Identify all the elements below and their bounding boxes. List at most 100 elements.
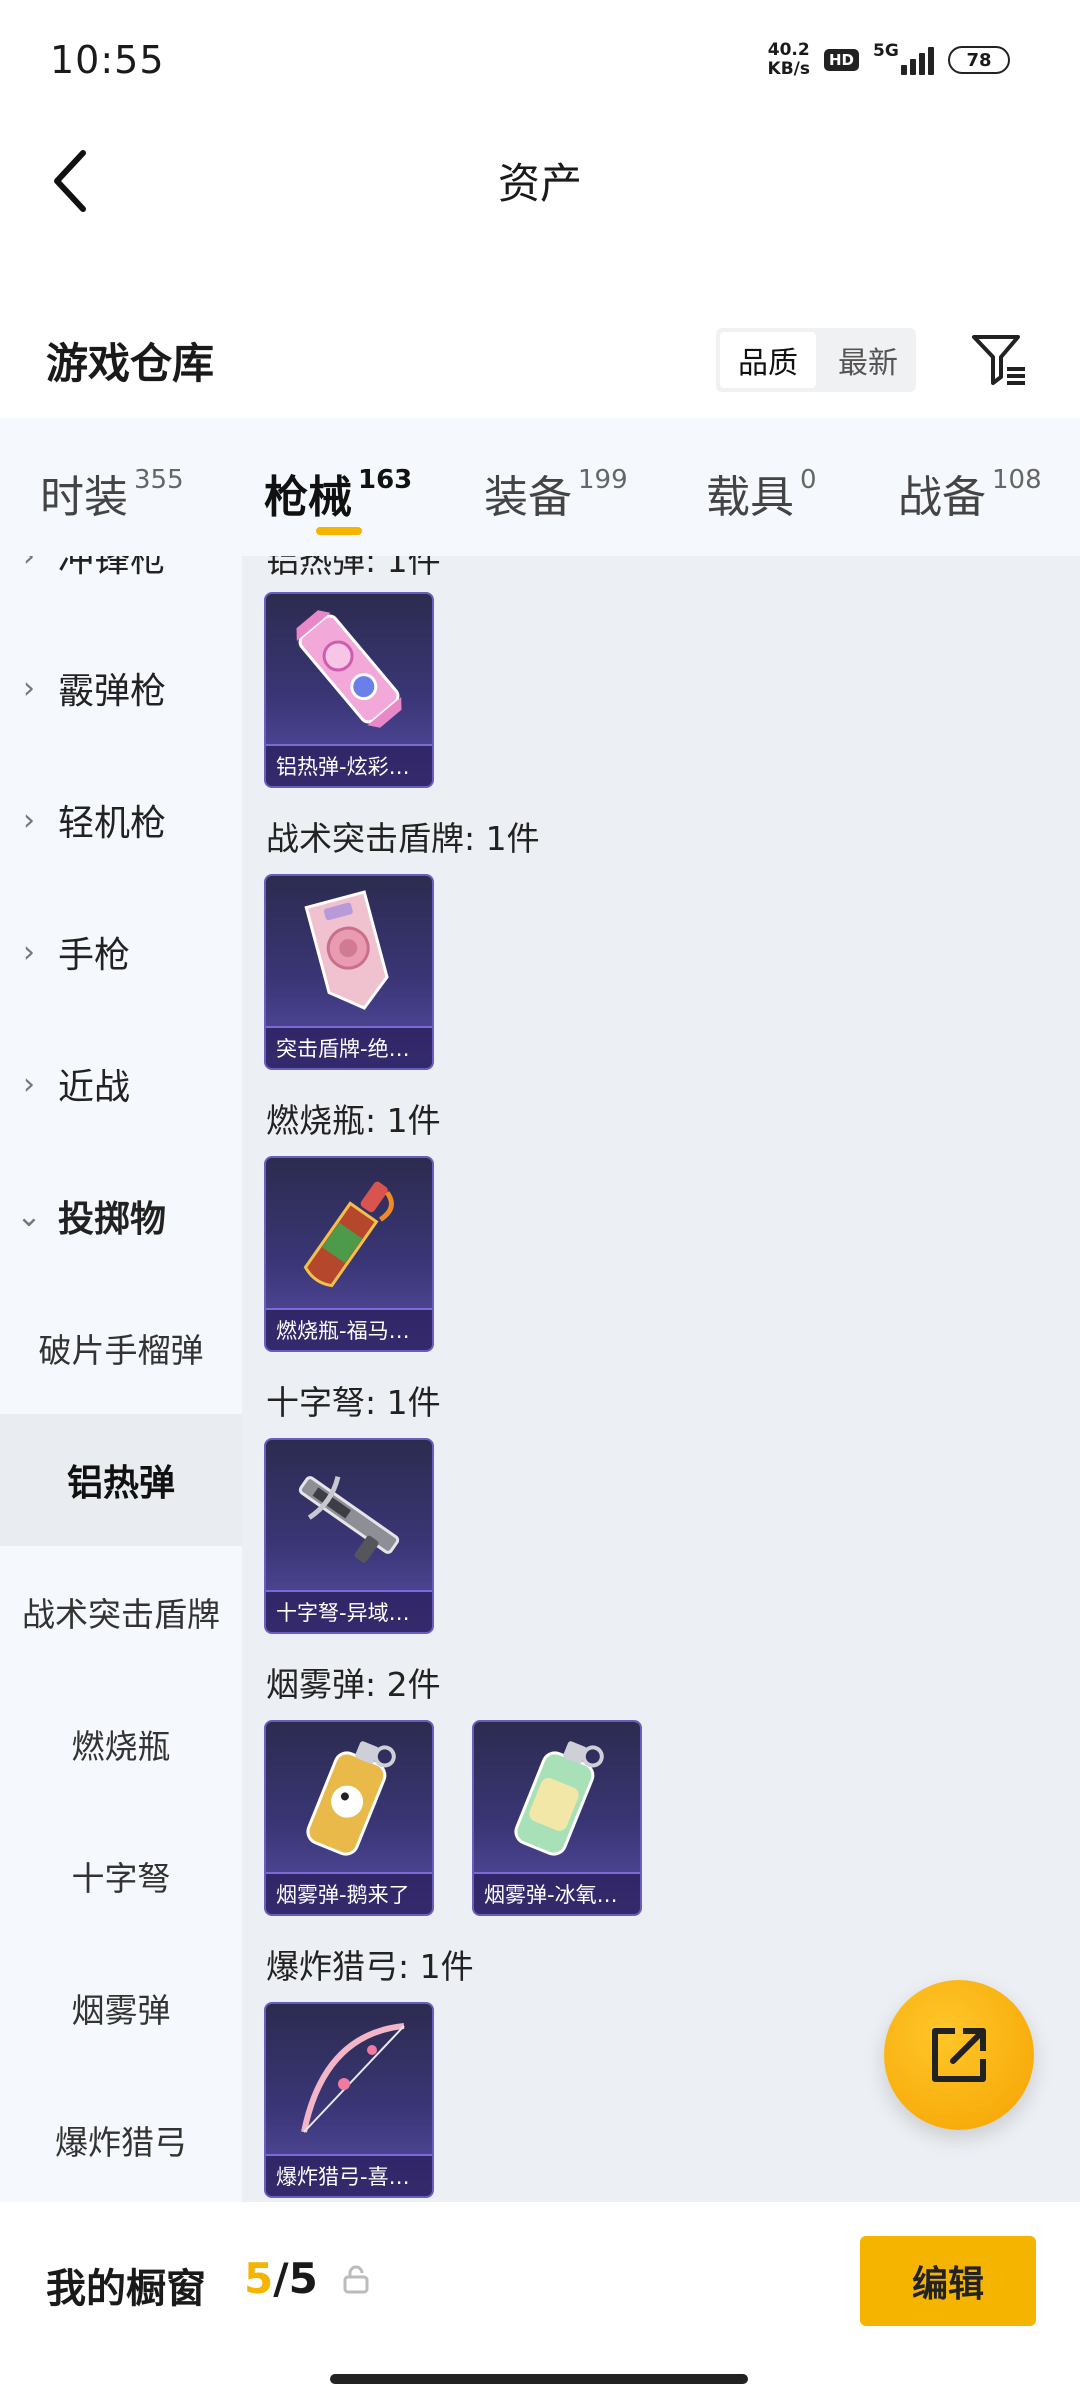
showcase-count-total: /5 (273, 2254, 318, 2303)
crossbow-icon (266, 1440, 432, 1590)
molotov-bottle-icon (266, 1158, 432, 1308)
sidebar-item-label: 近战 (58, 1067, 131, 1108)
sort-option-newest[interactable]: 最新 (820, 328, 916, 392)
item-card[interactable]: 燃烧瓶-福马… (264, 1156, 434, 1352)
showcase-count-current: 5 (244, 2254, 274, 2303)
group-title: 战术突击盾牌: 1件 (266, 819, 540, 858)
tab-tactical[interactable]: 战备 108 (898, 447, 1058, 527)
sidebar-subitem-bow[interactable]: 爆炸猎弓 (0, 2074, 242, 2202)
category-tabs: 时装 355 枪械 163 装备 199 载具 0 战备 108 (0, 418, 1080, 556)
app-header: 资产 (0, 120, 1080, 240)
chevron-right-icon: › (23, 802, 35, 838)
chevron-down-icon: ⌄ (16, 1198, 42, 1234)
item-card[interactable]: 铝热弹-炫彩… (264, 592, 434, 788)
sidebar-subitem-smoke[interactable]: 烟雾弹 (0, 1942, 242, 2074)
sort-option-quality[interactable]: 品质 (720, 332, 816, 388)
sidebar-item-melee[interactable]: › 近战 (0, 1018, 242, 1150)
tab-label: 装备 (484, 472, 572, 523)
tab-count: 355 (134, 465, 184, 495)
item-grid: 铝热弹: 1件 铝热弹-炫彩… 战术突击盾牌: 1件 突击盾牌-绝… 燃烧瓶: … (242, 556, 1080, 2202)
tab-count: 163 (358, 465, 413, 495)
group-title: 十字弩: 1件 (266, 1383, 441, 1422)
sidebar-item-lmg[interactable]: › 轻机枪 (0, 754, 242, 886)
filter-icon (972, 335, 1025, 385)
smoke-grenade-goose-icon (266, 1722, 432, 1872)
sidebar-subitem-shield[interactable]: 战术突击盾牌 (0, 1546, 242, 1678)
group-title: 爆炸猎弓: 1件 (266, 1947, 474, 1986)
edit-button[interactable]: 编辑 (860, 2236, 1036, 2326)
tab-count: 0 (800, 465, 817, 495)
category-sidebar: › 冲锋枪 › 霰弹枪 › 轻机枪 › 手枪 › 近战 ⌄ 投掷物 破片手榴弹 … (0, 556, 242, 2202)
tab-count: 108 (992, 465, 1042, 495)
tab-label: 枪械 (264, 472, 352, 523)
active-tab-indicator (316, 527, 362, 535)
page-title: 资产 (497, 158, 582, 208)
sidebar-subitem-crossbow[interactable]: 十字弩 (0, 1810, 242, 1942)
item-card[interactable]: 突击盾牌-绝… (264, 874, 434, 1070)
item-label: 突击盾牌-绝… (266, 1026, 432, 1068)
sidebar-item-label: 冲锋枪 (58, 556, 167, 580)
net-speed-value: 40.2 (767, 40, 810, 60)
chevron-right-icon: › (23, 670, 35, 706)
signal-icon: 5G (873, 41, 934, 75)
showcase-title: 我的橱窗 (46, 2266, 206, 2312)
share-button[interactable] (884, 1980, 1034, 2130)
tab-label: 战备 (898, 472, 986, 523)
tab-label: 时装 (40, 472, 128, 523)
item-card[interactable]: 烟雾弹-冰氧… (472, 1720, 642, 1916)
item-card[interactable]: 烟雾弹-鹅来了 (264, 1720, 434, 1916)
sidebar-subitem-thermite[interactable]: 铝热弹 (0, 1414, 242, 1546)
item-card[interactable]: 十字弩-异域… (264, 1438, 434, 1634)
battery-icon: 78 (948, 46, 1010, 74)
net-speed-unit: KB/s (767, 59, 810, 79)
sidebar-item-label: 霰弹枪 (58, 671, 167, 712)
tab-label: 载具 (706, 472, 794, 523)
sidebar-item-pistol[interactable]: › 手枪 (0, 886, 242, 1018)
chevron-left-icon (54, 150, 86, 212)
chevron-right-icon: › (23, 556, 35, 574)
sidebar-item-smg[interactable]: › 冲锋枪 (0, 556, 242, 622)
network-speed: 40.2 KB/s (768, 41, 810, 79)
hd-icon: HD (823, 49, 859, 71)
status-icons: 40.2 KB/s HD 5G 78 (768, 41, 1010, 79)
lock-icon (343, 2265, 369, 2294)
item-label: 铝热弹-炫彩… (266, 744, 432, 786)
chevron-right-icon: › (23, 934, 35, 970)
item-label: 爆炸猎弓-喜… (266, 2154, 432, 2196)
item-label: 十字弩-异域… (266, 1590, 432, 1632)
thermite-candy-icon (266, 594, 432, 744)
item-label: 燃烧瓶-福马… (266, 1308, 432, 1350)
sidebar-item-throwables[interactable]: ⌄ 投掷物 (0, 1150, 242, 1282)
group-title: 铝热弹: 1件 (266, 556, 441, 580)
sidebar-item-label: 投掷物 (58, 1199, 167, 1240)
hunting-bow-icon (266, 2004, 432, 2154)
back-button[interactable] (36, 146, 106, 216)
group-title: 燃烧瓶: 1件 (266, 1101, 441, 1140)
home-indicator[interactable] (330, 2374, 748, 2384)
status-time: 10:55 (50, 38, 165, 82)
tab-equipment[interactable]: 装备 199 (484, 447, 706, 527)
chevron-right-icon: › (23, 1066, 35, 1102)
tab-vehicles[interactable]: 载具 0 (706, 447, 898, 527)
sidebar-subitem-molotov[interactable]: 燃烧瓶 (0, 1678, 242, 1810)
sidebar-item-shotgun[interactable]: › 霰弹枪 (0, 622, 242, 754)
item-card[interactable]: 爆炸猎弓-喜… (264, 2002, 434, 2198)
group-title: 烟雾弹: 2件 (266, 1665, 441, 1704)
tab-fashion[interactable]: 时装 355 (40, 447, 264, 527)
showcase-bar: 我的橱窗 5/5 编辑 (0, 2202, 1080, 2400)
status-bar: 10:55 40.2 KB/s HD 5G 78 (0, 0, 1080, 120)
item-label: 烟雾弹-鹅来了 (266, 1872, 432, 1914)
tab-guns[interactable]: 枪械 163 (264, 447, 484, 535)
rose-shield-icon (266, 876, 432, 1026)
filter-button[interactable] (964, 325, 1034, 395)
smoke-grenade-ice-icon (474, 1722, 640, 1872)
sidebar-subitem-frag[interactable]: 破片手榴弹 (0, 1282, 242, 1414)
warehouse-header: 游戏仓库 品质 最新 (0, 300, 1080, 420)
warehouse-title: 游戏仓库 (46, 338, 215, 388)
battery-level: 78 (966, 49, 992, 71)
item-label: 烟雾弹-冰氧… (474, 1872, 640, 1914)
sort-toggle: 品质 最新 (716, 328, 916, 392)
tab-count: 199 (578, 465, 628, 495)
network-type: 5G (873, 41, 899, 61)
sidebar-item-label: 轻机枪 (58, 803, 167, 844)
